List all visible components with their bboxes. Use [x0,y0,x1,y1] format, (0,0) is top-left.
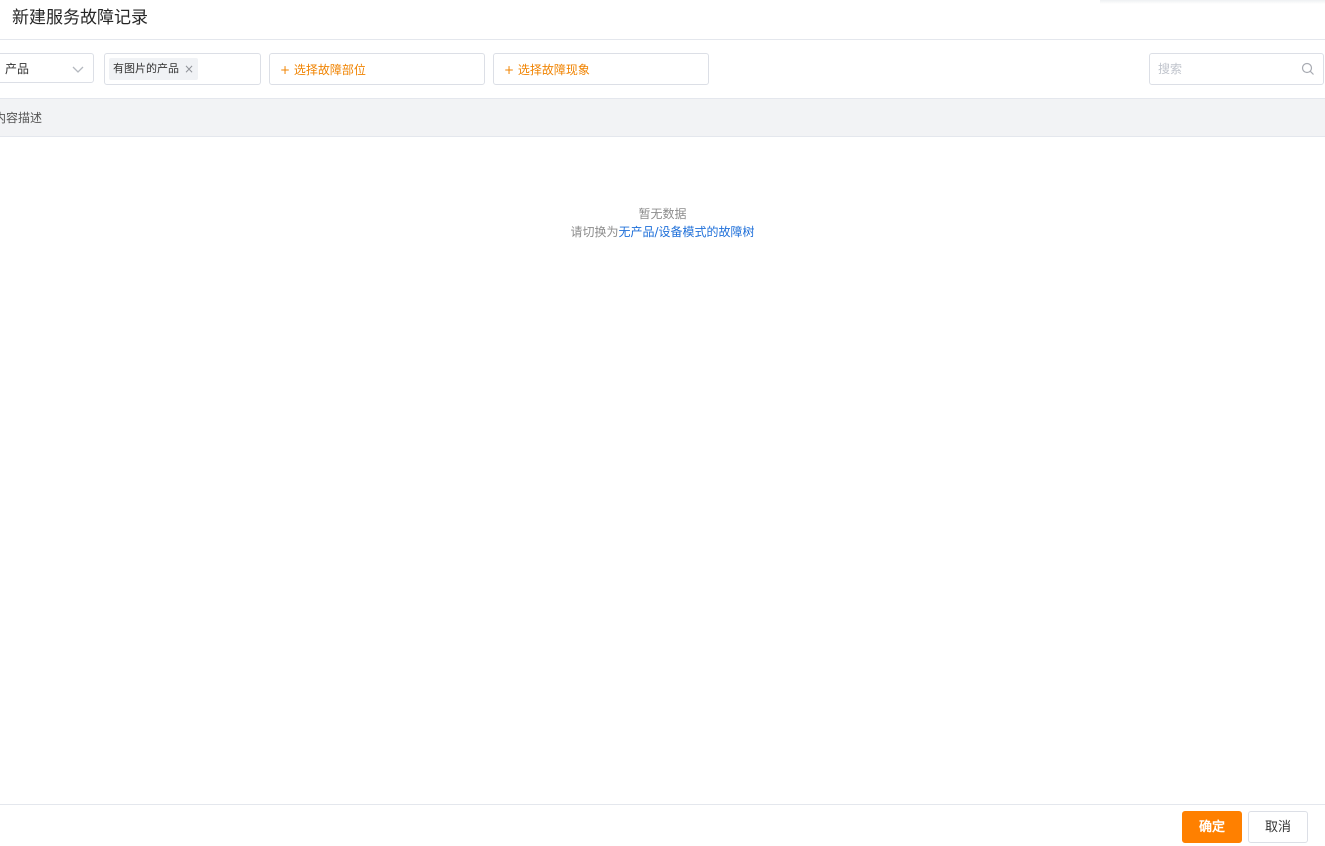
fault-part-picker[interactable]: + 选择故障部位 [269,53,485,85]
mode-select[interactable]: 产品 [0,53,94,83]
dialog-footer: 确定 取消 [0,804,1325,846]
switch-mode-link[interactable]: 无产品/设备模式的故障树 [618,225,754,239]
fault-part-picker-label: + 选择故障部位 [280,63,366,77]
empty-state-title: 暂无数据 [638,207,687,221]
dialog-title: 新建服务故障记录 [12,8,148,28]
search-icon[interactable] [1301,62,1315,76]
product-tag-input[interactable]: 有图片的产品 × [104,53,261,85]
fault-phenomenon-picker[interactable]: + 选择故障现象 [493,53,709,85]
mode-select-value: 产品 [5,62,30,76]
search-input[interactable] [1158,60,1298,78]
close-icon[interactable]: × [184,58,194,80]
empty-state-hint: 请切换为无产品/设备模式的故障树 [0,223,1325,241]
empty-state: 暂无数据 请切换为无产品/设备模式的故障树 [0,205,1325,241]
fault-phenomenon-picker-label: + 选择故障现象 [504,63,590,77]
product-tag: 有图片的产品 × [109,58,199,80]
table-header: 内容描述 [0,98,1325,137]
confirm-button[interactable]: 确定 [1182,811,1242,843]
fault-record-dialog: 新建服务故障记录 产品 有图片的产品 × + 选择故障部位 + 选择故障现象 搜… [0,0,1325,846]
product-tag-label: 有图片的产品 [113,62,179,75]
empty-state-hint-prefix: 请切换为 [570,225,619,239]
dialog-header: 新建服务故障记录 [0,0,1325,40]
cancel-button[interactable]: 取消 [1248,811,1308,843]
search-box [1149,53,1324,85]
filter-bar: 产品 有图片的产品 × + 选择故障部位 + 选择故障现象 [0,40,1325,98]
column-header-description: 内容描述 [0,111,43,125]
chevron-down-icon [72,66,84,73]
